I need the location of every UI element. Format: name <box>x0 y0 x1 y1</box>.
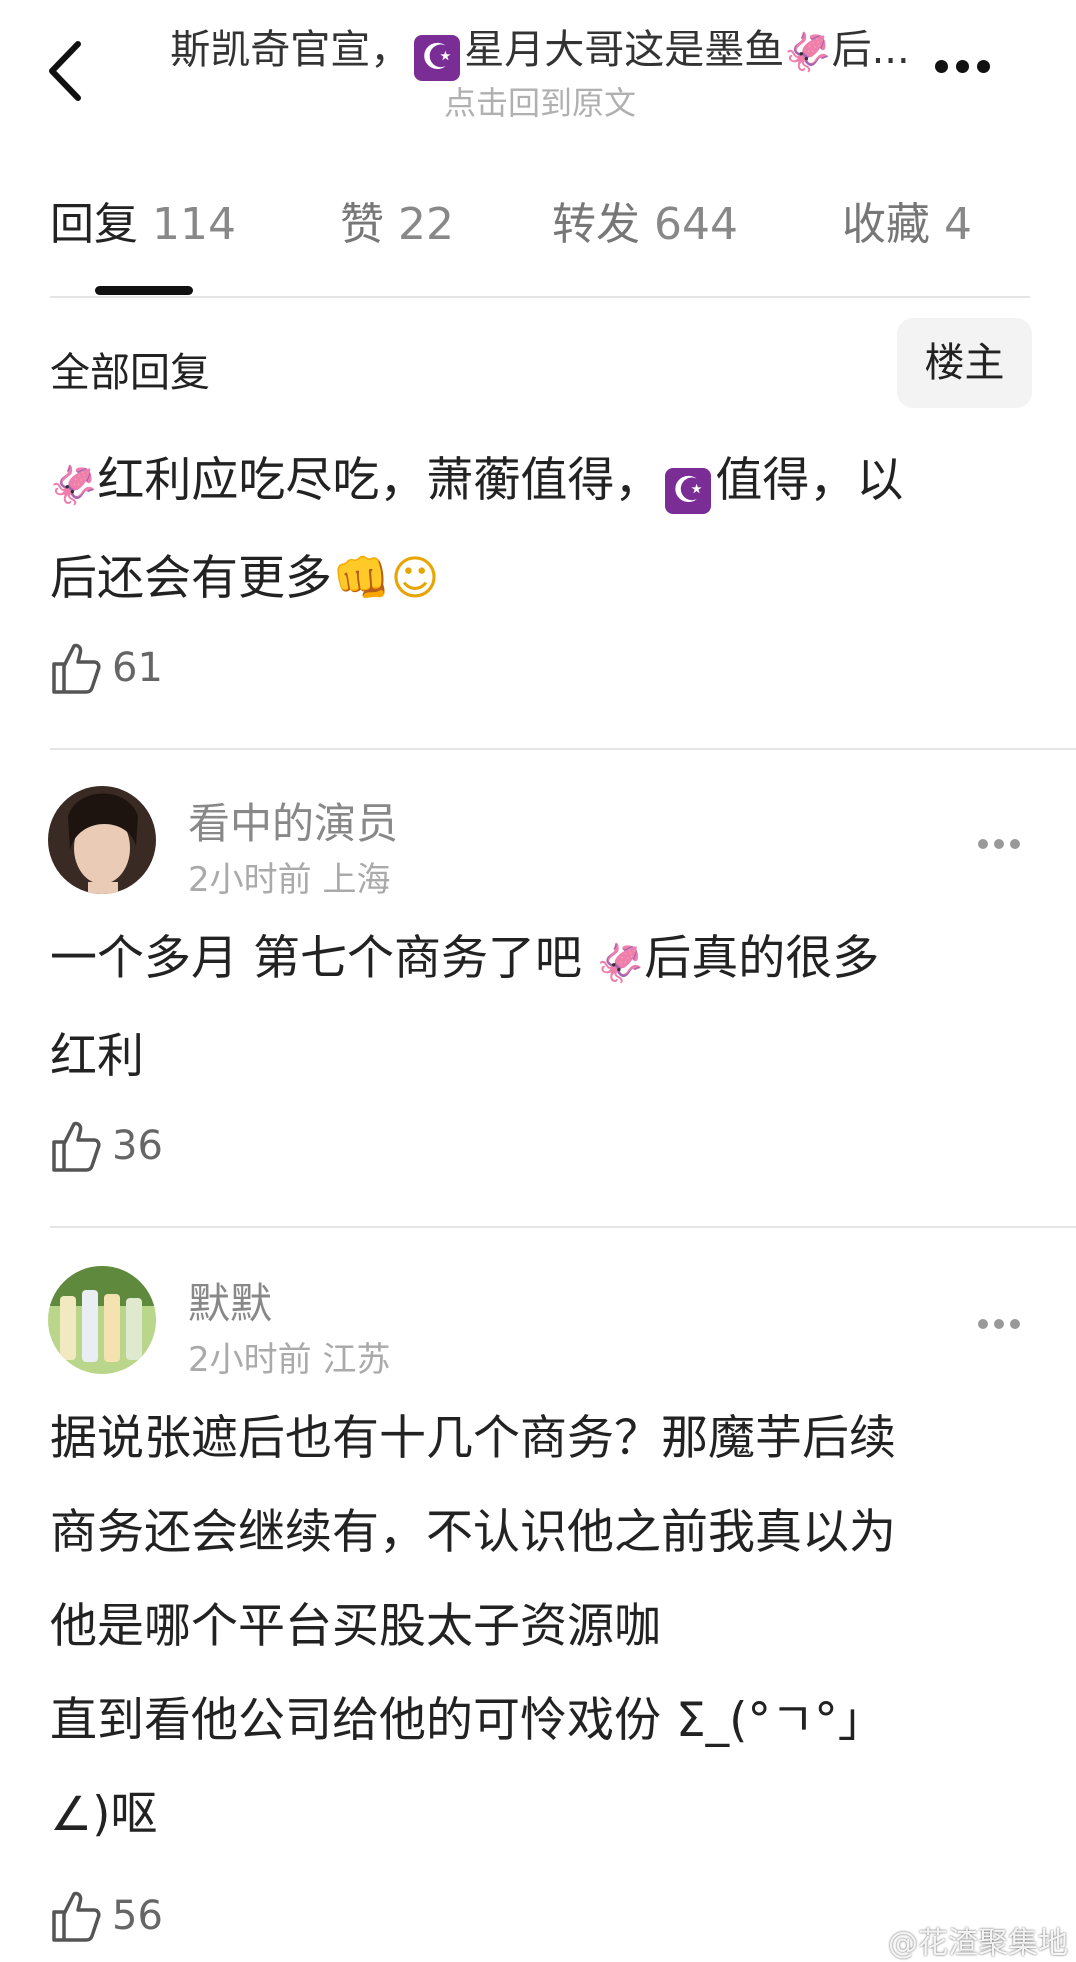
avatar-portrait-icon <box>48 786 156 894</box>
comment-line: ∠)呕 <box>50 1787 158 1842</box>
owner-filter-button[interactable]: 楼主 <box>897 318 1032 408</box>
comment-text: 🦑红利应吃尽吃，萧蘅值得， ☪ 值得，以 后还会有更多👊☺ <box>50 434 1040 626</box>
moon-emoji-icon: ☪ <box>665 468 712 514</box>
dot-icon <box>935 60 948 73</box>
tab-label: 回复 <box>50 199 138 250</box>
dot-icon <box>978 1319 988 1329</box>
squid-emoji-icon: 🦑 <box>50 463 98 507</box>
comment-line: 商务还会继续有，不认识他之前我真以为 <box>50 1505 896 1560</box>
thumbs-up-icon <box>52 643 101 694</box>
tab-likes[interactable]: 赞 22 <box>340 190 454 260</box>
comment-fragment: 红利应吃尽吃，萧蘅值得， <box>97 453 662 508</box>
like-button[interactable]: 36 <box>50 1118 163 1178</box>
dot-icon <box>1010 1319 1020 1329</box>
comment-fragment: 值得，以 <box>715 453 904 508</box>
squid-emoji-icon: 🦑 <box>784 30 832 74</box>
comment-line: 他是哪个平台买股太子资源咖 <box>50 1599 661 1654</box>
tab-favorites[interactable]: 收藏 4 <box>842 190 972 260</box>
tab-count: 644 <box>654 199 738 250</box>
all-replies-heading: 全部回复 <box>50 350 210 396</box>
like-count: 61 <box>112 645 163 691</box>
avatar[interactable] <box>48 786 156 894</box>
title-prefix: 斯凯奇官宣， <box>170 27 411 73</box>
comment-line: 直到看他公司给他的可怜戏份 Σ_(°ㄱ°」 <box>50 1693 885 1748</box>
tab-count: 22 <box>398 199 454 250</box>
moon-emoji-icon: ☪ <box>414 35 461 81</box>
dot-icon <box>956 60 969 73</box>
comment-text: 一个多月 第七个商务了吧 🦑后真的很多 红利 <box>50 912 1040 1104</box>
back-to-original-link[interactable]: 点击回到原文 <box>150 81 930 125</box>
comment-text: 据说张遮后也有十几个商务？那魔芋后续 商务还会继续有，不认识他之前我真以为 他是… <box>50 1392 1040 1862</box>
tab-label: 赞 <box>340 199 384 250</box>
dot-icon <box>994 1319 1004 1329</box>
like-count: 36 <box>112 1123 163 1169</box>
comment-line: 一个多月 第七个商务了吧 🦑后真的很多 <box>50 912 1040 1010</box>
avatar[interactable] <box>48 1266 156 1374</box>
tab-count: 114 <box>152 199 236 250</box>
dot-icon <box>977 60 990 73</box>
fist-emoji-icon: 👊 <box>332 551 391 606</box>
tab-count: 4 <box>944 199 972 250</box>
back-button[interactable] <box>42 36 98 106</box>
more-options-button[interactable] <box>935 58 1015 88</box>
comment-more-button[interactable] <box>978 834 1028 854</box>
thumbs-up-icon <box>52 1121 101 1172</box>
post-title-area[interactable]: 斯凯奇官宣， ☪ 星月大哥这是墨鱼🦑后... 点击回到原文 <box>150 22 930 125</box>
active-tab-indicator <box>95 286 193 295</box>
title-suffix: 后... <box>831 27 910 73</box>
dot-icon <box>978 839 988 849</box>
comment-line: 后还会有更多👊☺ <box>50 532 1040 626</box>
comment-line: 🦑红利应吃尽吃，萧蘅值得， ☪ 值得，以 <box>50 434 1040 532</box>
comment-meta: 2小时前 江苏 <box>188 1340 391 1380</box>
divider <box>50 296 1030 298</box>
tab-reposts[interactable]: 转发 644 <box>552 190 738 260</box>
comment-line: 红利 <box>50 1029 144 1084</box>
like-button[interactable]: 56 <box>50 1888 163 1948</box>
avatar-bottles-icon <box>48 1266 156 1374</box>
divider <box>50 748 1076 750</box>
dot-icon <box>1010 839 1020 849</box>
smile-emoji-icon: ☺ <box>390 551 440 606</box>
squid-emoji-icon: 🦑 <box>596 941 645 985</box>
top-bar: 斯凯奇官宣， ☪ 星月大哥这是墨鱼🦑后... 点击回到原文 <box>0 0 1076 140</box>
watermark: @花渣聚集地 <box>888 1926 1068 1961</box>
comment-line: 据说张遮后也有十几个商务？那魔芋后续 <box>50 1411 896 1466</box>
chevron-left-icon <box>49 41 81 101</box>
tab-label: 收藏 <box>842 199 930 250</box>
divider <box>50 1226 1076 1228</box>
comment-fragment: 一个多月 第七个商务了吧 <box>50 931 597 986</box>
comment-more-button[interactable] <box>978 1314 1028 1334</box>
thumbs-up-icon <box>52 1891 101 1942</box>
username[interactable]: 看中的演员 <box>188 790 398 851</box>
post-title: 斯凯奇官宣， ☪ 星月大哥这是墨鱼🦑后... <box>150 22 930 81</box>
comment-fragment: 后还会有更多 <box>50 551 332 606</box>
tab-replies[interactable]: 回复 114 <box>50 190 236 260</box>
dot-icon <box>994 839 1004 849</box>
title-middle: 星月大哥这是墨鱼 <box>464 27 785 73</box>
like-button[interactable]: 61 <box>50 640 163 700</box>
comment-meta: 2小时前 上海 <box>188 860 391 900</box>
tab-bar: 回复 114 赞 22 转发 644 收藏 4 <box>0 190 1076 300</box>
tab-label: 转发 <box>552 199 640 250</box>
comment-fragment: 后真的很多 <box>644 931 880 986</box>
like-count: 56 <box>112 1893 163 1939</box>
username[interactable]: 默默 <box>188 1270 272 1331</box>
